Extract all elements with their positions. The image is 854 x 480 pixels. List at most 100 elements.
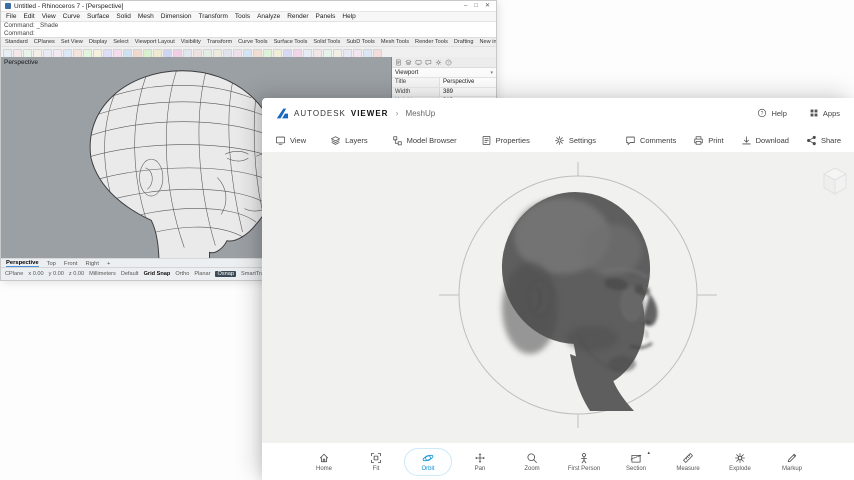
toolbar-tab[interactable]: Render Tools	[415, 39, 448, 45]
nav-tool-label: Fit	[373, 466, 380, 472]
status-item[interactable]: x 0.00	[28, 271, 43, 277]
toolbar-button-label: Layers	[345, 136, 368, 145]
rhino-titlebar: Untitled - Rhinoceros 7 - [Perspective] …	[1, 1, 496, 12]
toolbar-button[interactable]: Comments	[625, 135, 676, 146]
viewer-canvas[interactable]	[262, 152, 854, 443]
toolbar-tab[interactable]: Drafting	[454, 39, 474, 45]
toolbar-button-label: Model Browser	[407, 136, 457, 145]
rhino-command-area[interactable]: Command: _Shade Command:	[1, 22, 496, 38]
toolbar-button-icon	[481, 135, 492, 146]
status-item[interactable]: Planar	[194, 271, 210, 277]
nav-tool-button[interactable]: ▴ Fit	[352, 448, 400, 476]
toolbar-tab[interactable]: Solid Tools	[313, 39, 340, 45]
nav-tool-icon	[318, 452, 330, 464]
head-model[interactable]	[484, 186, 674, 411]
menu-item[interactable]: Edit	[23, 13, 34, 20]
property-value[interactable]: 389	[439, 88, 496, 97]
toolbar-button-icon	[625, 135, 636, 146]
status-item[interactable]: Osnap	[215, 271, 235, 277]
toolbar-button[interactable]: Settings	[554, 135, 596, 146]
viewport-tab[interactable]: Right	[85, 261, 99, 267]
panel-tab-icon[interactable]	[405, 59, 412, 66]
nav-tool-button[interactable]: ▴ Home	[300, 448, 348, 476]
toolbar-button[interactable]: Layers	[330, 135, 368, 146]
menu-item[interactable]: Curve	[63, 13, 80, 20]
panel-tab-icon[interactable]	[435, 59, 442, 66]
status-item[interactable]: Millimeters	[89, 271, 116, 277]
nav-tool-button[interactable]: ▴ Pan	[456, 448, 504, 476]
toolbar-tab[interactable]: Mesh Tools	[381, 39, 409, 45]
viewport-title-label[interactable]: Perspective	[4, 59, 38, 66]
autodesk-logo-icon	[276, 107, 289, 120]
nav-tool-button[interactable]: ▴ Zoom	[508, 448, 556, 476]
toolbar-button[interactable]: Download	[741, 135, 789, 146]
status-item[interactable]: Grid Snap	[144, 271, 171, 277]
toolbar-tab[interactable]: CPlanes	[34, 39, 55, 45]
viewport-tab[interactable]: +	[107, 261, 110, 267]
toolbar-button[interactable]: Properties	[481, 135, 530, 146]
toolbar-tab[interactable]: Set View	[61, 39, 83, 45]
toolbar-button-label: View	[290, 136, 306, 145]
status-item[interactable]: Ortho	[175, 271, 189, 277]
nav-tool-button[interactable]: ▴ Orbit	[404, 448, 452, 476]
status-item[interactable]: z 0.00	[69, 271, 84, 277]
toolbar-tab[interactable]: Visibility	[181, 39, 201, 45]
toolbar-button[interactable]: Model Browser	[392, 135, 457, 146]
minimize-button[interactable]: –	[462, 2, 469, 10]
toolbar-button-icon	[693, 135, 704, 146]
menu-item[interactable]: Mesh	[138, 13, 154, 20]
view-cube[interactable]	[818, 162, 852, 198]
toolbar-button[interactable]: View	[275, 135, 306, 146]
toolbar-tab[interactable]: Display	[89, 39, 107, 45]
menu-item[interactable]: Help	[342, 13, 355, 20]
command-history-line: Command: _Shade	[4, 22, 493, 30]
header-action-button[interactable]: ? Help	[757, 108, 786, 118]
viewport-tab[interactable]: Perspective	[6, 260, 39, 267]
brand[interactable]: AUTODESK VIEWER › MeshUp	[276, 107, 435, 120]
toolbar-tab[interactable]: Surface Tools	[274, 39, 308, 45]
rhino-app-icon	[5, 3, 11, 9]
menu-item[interactable]: Render	[287, 13, 308, 20]
status-item[interactable]: y 0.00	[49, 271, 64, 277]
menu-item[interactable]: File	[6, 13, 16, 20]
toolbar-tab[interactable]: Viewport Layout	[135, 39, 175, 45]
status-item[interactable]: Default	[121, 271, 139, 277]
close-button[interactable]: ✕	[483, 2, 492, 10]
command-prompt[interactable]: Command:	[4, 30, 493, 38]
panel-tab-icon[interactable]	[395, 59, 402, 66]
header-action-button[interactable]: Apps	[809, 108, 840, 118]
menu-item[interactable]: Panels	[316, 13, 336, 20]
nav-tool-button[interactable]: ▴ Markup	[768, 448, 816, 476]
maximize-button[interactable]: □	[472, 2, 480, 10]
menu-item[interactable]: Dimension	[161, 13, 192, 20]
toolbar-button-icon	[330, 135, 341, 146]
panel-tab-icon[interactable]	[425, 59, 432, 66]
viewport-tab[interactable]: Top	[47, 261, 56, 267]
menu-item[interactable]: Tools	[235, 13, 250, 20]
toolbar-tab[interactable]: Standard	[5, 39, 28, 45]
toolbar-tab[interactable]: Curve Tools	[238, 39, 267, 45]
menu-item[interactable]: Transform	[199, 13, 228, 20]
panel-tab-icon[interactable]: ?	[445, 59, 452, 66]
menu-item[interactable]: View	[42, 13, 56, 20]
properties-page-selector[interactable]: Viewport ▾	[392, 68, 496, 78]
nav-tool-button[interactable]: ▴ Measure	[664, 448, 712, 476]
panel-tab-icon[interactable]	[415, 59, 422, 66]
toolbar-tab[interactable]: SubD Tools	[346, 39, 375, 45]
viewport-tab[interactable]: Front	[64, 261, 78, 267]
toolbar-tab[interactable]: Select	[113, 39, 129, 45]
toolbar-tab[interactable]: New in V7	[480, 39, 497, 45]
property-label: Title	[392, 79, 439, 85]
toolbar-button[interactable]: Share	[806, 135, 841, 146]
toolbar-tab[interactable]: Transform	[207, 39, 232, 45]
nav-tool-button[interactable]: ▴ Explode	[716, 448, 764, 476]
property-value[interactable]: Perspective	[439, 78, 496, 87]
nav-tool-button[interactable]: ▴ Section	[612, 448, 660, 476]
status-item[interactable]: CPlane	[5, 271, 23, 277]
chevron-down-icon: ▾	[490, 70, 493, 76]
menu-item[interactable]: Solid	[116, 13, 130, 20]
menu-item[interactable]: Analyze	[257, 13, 280, 20]
toolbar-button[interactable]: Print	[693, 135, 723, 146]
menu-item[interactable]: Surface	[87, 13, 109, 20]
nav-tool-button[interactable]: ▴ First Person	[560, 448, 608, 476]
